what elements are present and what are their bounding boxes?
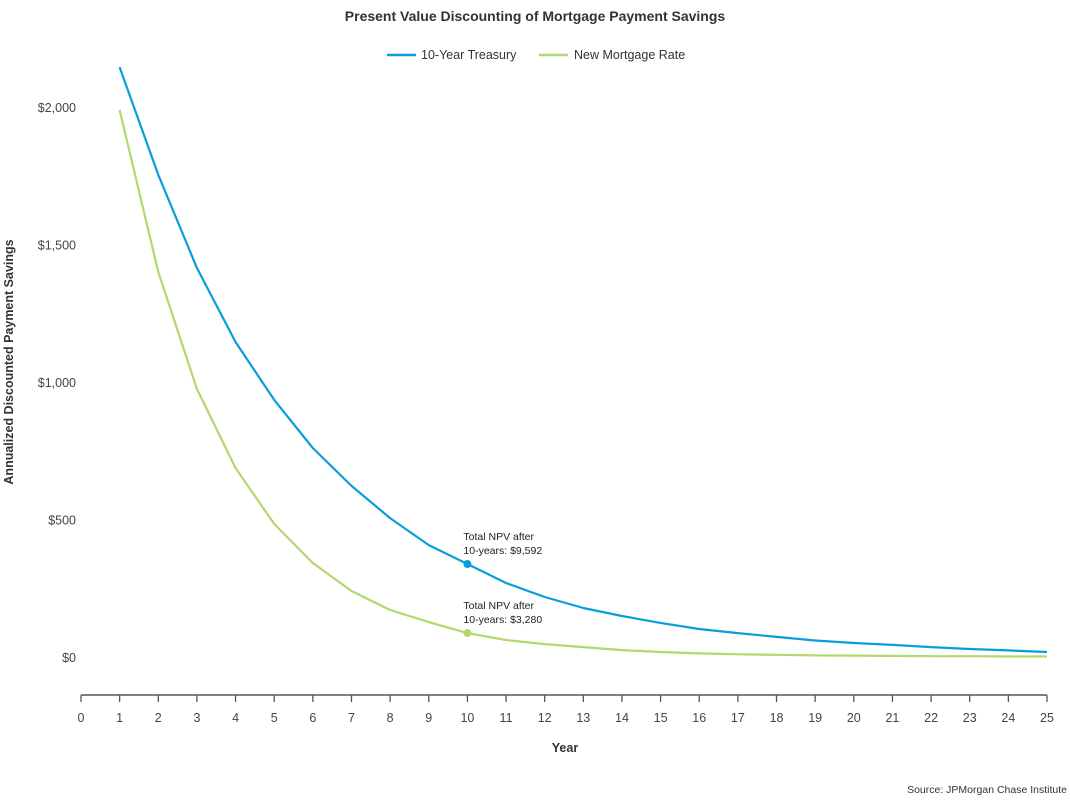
x-tick-label: 3 [193,711,200,725]
y-tick-label: $1,000 [38,376,76,390]
x-tick-label: 4 [232,711,239,725]
annotation-marker [463,560,472,569]
y-tick-label: $500 [48,514,76,528]
x-tick-label: 1 [116,711,123,725]
chart-title: Present Value Discounting of Mortgage Pa… [345,8,726,24]
x-tick-label: 16 [692,711,706,725]
x-tick-label: 12 [538,711,552,725]
x-tick-label: 23 [963,711,977,725]
x-tick-label: 9 [425,711,432,725]
x-tick-label: 13 [576,711,590,725]
x-axis: 0 1 2 3 4 5 6 7 8 9 10 11 12 13 14 15 16 17 18 19 20 21 22 23 24… [78,694,1054,725]
x-tick-label: 17 [731,711,745,725]
x-tick-label: 7 [348,711,355,725]
x-tick-label: 0 [78,711,85,725]
chart: Present Value Discounting of Mortgage Pa… [2,8,1067,796]
y-axis-label: Annualized Discounted Payment Savings [2,239,16,484]
series-line-new-mortgage-rate [118,109,1047,658]
x-tick-label: 24 [1001,711,1015,725]
x-tick-label: 25 [1040,711,1054,725]
annotations: Total NPV after 10-years: $9,592 Total NPV… [463,531,542,638]
x-tick-label: 5 [271,711,278,725]
y-axis: $0 $500 $1,000 $1,500 $2,000 [38,101,76,665]
x-tick-label: 15 [654,711,668,725]
x-tick-label: 11 [500,711,513,725]
x-tick-label: 6 [309,711,316,725]
y-tick-label: $1,500 [38,239,76,253]
x-tick-label: 18 [770,711,784,725]
source-note: Source: JPMorgan Chase Institute [907,784,1067,796]
legend-label-10-year-treasury: 10-Year Treasury [421,48,517,62]
x-tick-label: 22 [924,711,938,725]
legend-label-new-mortgage-rate: New Mortgage Rate [574,48,685,62]
annotation-marker [463,629,472,638]
x-tick-label: 8 [387,711,394,725]
annotation-value: 10-years: $3,280 [463,614,542,626]
annotation-label: Total NPV after [463,531,534,543]
x-tick-label: 21 [885,711,899,725]
y-tick-label: $0 [62,651,76,665]
series-lines [118,66,1048,658]
annotation-value: 10-years: $9,592 [463,545,542,557]
series-line-10-year-treasury [118,66,1048,654]
legend: 10-Year Treasury New Mortgage Rate [387,48,685,62]
x-axis-label: Year [552,741,579,755]
x-tick-label: 10 [460,711,474,725]
x-tick-label: 2 [155,711,162,725]
x-tick-label: 14 [615,711,629,725]
x-tick-label: 20 [847,711,861,725]
y-tick-label: $2,000 [38,101,76,115]
annotation-label: Total NPV after [463,600,534,612]
x-tick-label: 19 [808,711,822,725]
